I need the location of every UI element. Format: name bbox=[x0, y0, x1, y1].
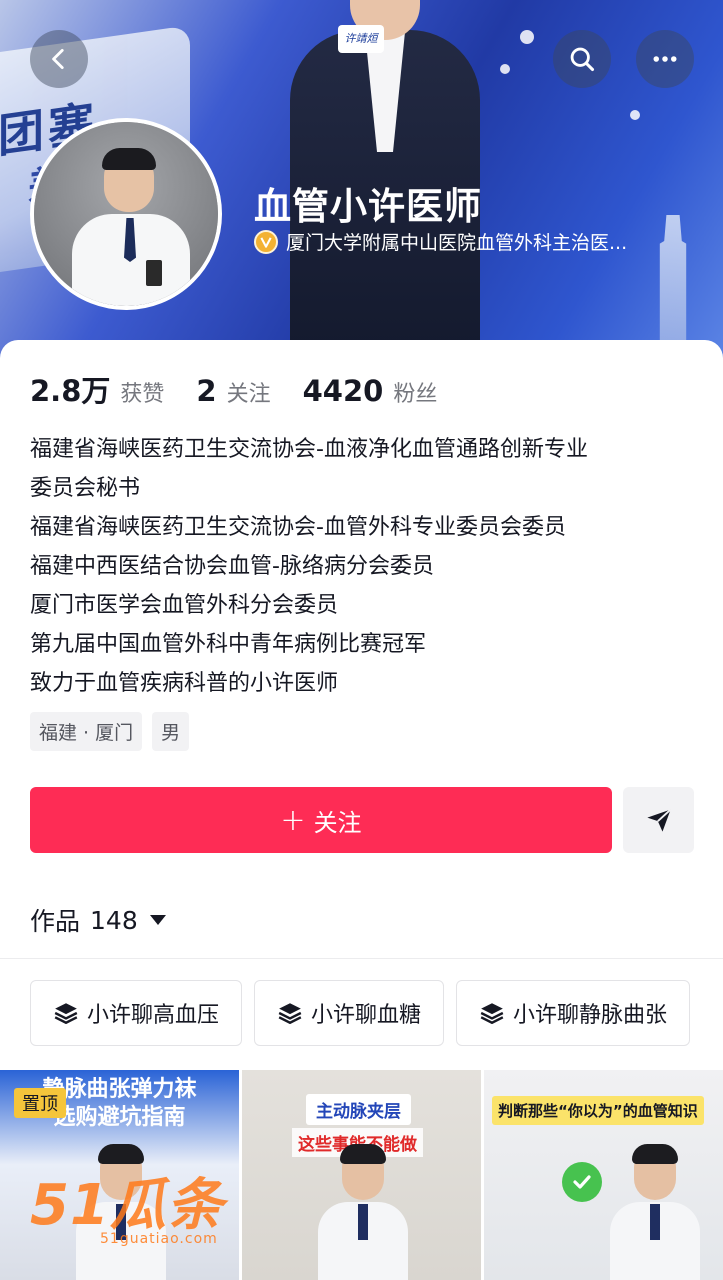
watermark-subtext: 51guatiao.com bbox=[100, 1231, 218, 1247]
following-label[interactable]: 关注 bbox=[227, 376, 271, 408]
message-button[interactable] bbox=[623, 787, 694, 853]
likes-label[interactable]: 获赞 bbox=[120, 376, 164, 408]
video-tile[interactable]: 判断那些“你以为”的血管知识 bbox=[484, 1070, 723, 1280]
back-button[interactable] bbox=[30, 30, 88, 88]
collection-varicose-veins[interactable]: 小许聊静脉曲张 bbox=[456, 980, 691, 1046]
works-selector[interactable]: 作品 148 bbox=[30, 902, 166, 938]
check-icon bbox=[562, 1162, 602, 1202]
following-count[interactable]: 2 bbox=[196, 374, 216, 408]
plus-icon: + bbox=[280, 802, 306, 838]
collection-hypertension[interactable]: 小许聊高血压 bbox=[30, 980, 243, 1046]
more-horizontal-icon bbox=[653, 56, 677, 62]
collection-label: 小许聊血糖 bbox=[311, 1003, 422, 1028]
verification-text: 厦门大学附属中山医院血管外科主治医... bbox=[286, 232, 628, 254]
works-label: 作品 bbox=[30, 907, 81, 936]
layers-icon bbox=[278, 1003, 302, 1024]
video-thumbnail-person bbox=[604, 1140, 704, 1280]
divider bbox=[0, 958, 723, 959]
bio: 福建省海峡医药卫生交流协会-血液净化血管通路创新专业 委员会秘书 福建省海峡医药… bbox=[30, 430, 700, 703]
light-dot bbox=[500, 64, 510, 74]
chevron-left-icon bbox=[52, 48, 64, 70]
banner-person: 许靖烜 bbox=[290, 0, 480, 350]
caret-down-icon bbox=[149, 915, 166, 925]
video-tile[interactable]: 主动脉夹层 这些事能不能做 bbox=[242, 1070, 481, 1280]
bio-line: 厦门市医学会血管外科分会委员 bbox=[30, 593, 339, 618]
avatar[interactable] bbox=[30, 118, 222, 310]
stats-row: 2.8万 获赞 2 关注 4420 粉丝 bbox=[30, 368, 469, 410]
watermark-logo: 51瓜条 51guatiao.com bbox=[30, 1160, 224, 1247]
works-count: 148 bbox=[90, 905, 138, 935]
layers-icon bbox=[480, 1003, 504, 1024]
verified-badge-icon bbox=[254, 229, 278, 254]
bio-line: 第九届中国血管外科中青年病例比赛冠军 bbox=[30, 632, 427, 657]
gender-tag: 男 bbox=[152, 712, 190, 751]
search-button[interactable] bbox=[553, 30, 611, 88]
bio-line: 福建省海峡医药卫生交流协会-血管外科专业委员会委员 bbox=[30, 515, 566, 540]
location-tag: 福建 · 厦门 bbox=[30, 712, 143, 751]
bio-line: 福建中西医结合协会血管-脉络病分会委员 bbox=[30, 554, 434, 579]
light-dot bbox=[520, 30, 534, 44]
bio-line: 委员会秘书 bbox=[30, 476, 141, 501]
search-icon bbox=[570, 47, 595, 72]
mic-label: 许靖烜 bbox=[338, 25, 384, 53]
collection-label: 小许聊静脉曲张 bbox=[513, 1003, 668, 1028]
layers-icon bbox=[54, 1003, 78, 1024]
verification-row: 厦门大学附属中山医院血管外科主治医... bbox=[254, 228, 694, 255]
follow-label: 关注 bbox=[313, 808, 362, 837]
video-thumbnail-person bbox=[312, 1140, 412, 1280]
likes-count[interactable]: 2.8万 bbox=[30, 368, 110, 410]
bio-line: 致力于血管疾病科普的小许医师 bbox=[30, 671, 339, 696]
watermark-text: 51瓜条 bbox=[30, 1173, 224, 1238]
followers-count[interactable]: 4420 bbox=[303, 374, 384, 408]
bio-line: 福建省海峡医药卫生交流协会-血液净化血管通路创新专业 bbox=[30, 437, 588, 462]
follow-button[interactable]: + 关注 bbox=[30, 787, 612, 853]
video-caption: 判断那些“你以为”的血管知识 bbox=[492, 1096, 704, 1125]
video-caption: 主动脉夹层 bbox=[306, 1094, 411, 1125]
followers-label[interactable]: 粉丝 bbox=[393, 376, 437, 408]
light-dot bbox=[630, 110, 640, 120]
more-button[interactable] bbox=[636, 30, 694, 88]
pinned-badge: 置顶 bbox=[14, 1088, 66, 1118]
profile-name: 血管小许医师 bbox=[254, 185, 482, 228]
profile-tags: 福建 · 厦门 男 bbox=[30, 712, 190, 751]
collection-label: 小许聊高血压 bbox=[87, 1003, 220, 1028]
collections-row: 小许聊高血压 小许聊血糖 小许聊静脉曲张 bbox=[30, 980, 691, 1046]
collection-blood-sugar[interactable]: 小许聊血糖 bbox=[254, 980, 445, 1046]
send-icon bbox=[646, 808, 671, 832]
